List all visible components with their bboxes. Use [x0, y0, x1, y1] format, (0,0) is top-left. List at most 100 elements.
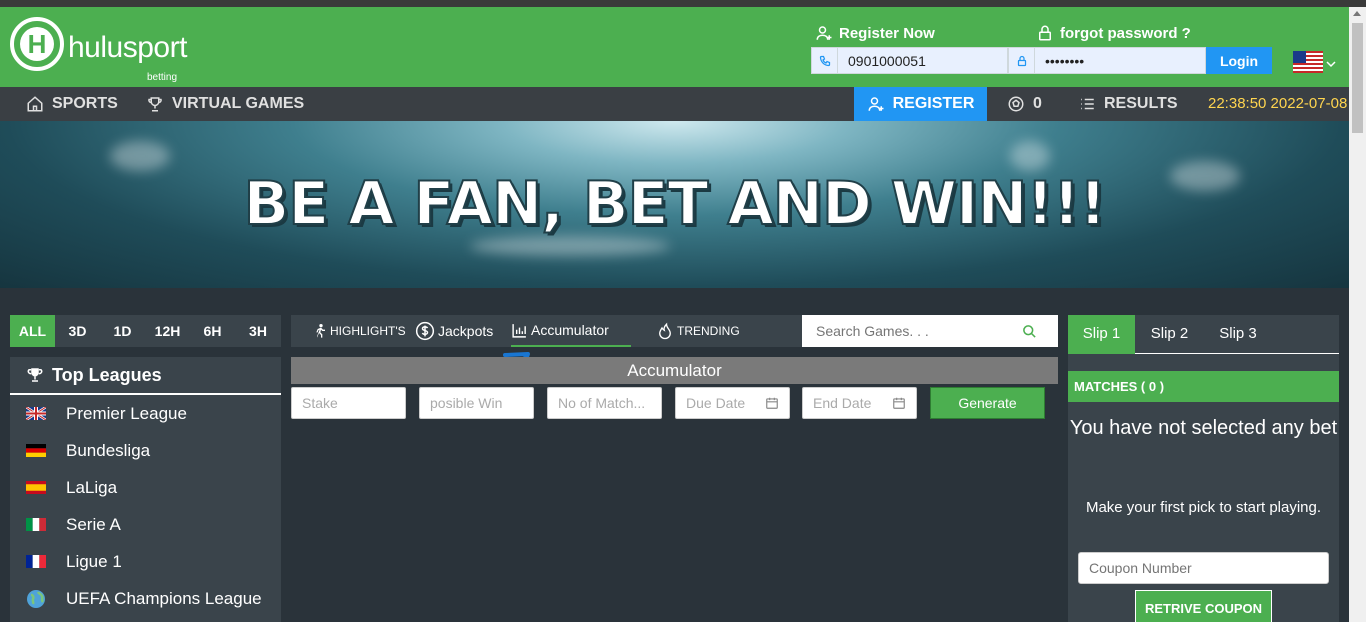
retrive-coupon-button[interactable]: RETRIVE COUPON	[1135, 590, 1272, 622]
nav-ball-count[interactable]: 0	[1007, 87, 1042, 121]
nav-virtual-games-label: VIRTUAL GAMES	[172, 95, 305, 112]
search-icon[interactable]	[1022, 324, 1037, 339]
password-lock-icon	[1009, 48, 1035, 73]
league-item-ligue-1[interactable]: Ligue 1	[10, 543, 281, 580]
end-date-placeholder: End Date	[813, 395, 872, 411]
login-button[interactable]: Login	[1206, 47, 1272, 74]
no-of-match-input[interactable]: No of Match...	[547, 387, 662, 419]
stadium-light	[110, 141, 170, 171]
calendar-icon	[893, 397, 905, 409]
tab-slip-3[interactable]: Slip 3	[1204, 315, 1272, 354]
league-item-serie-a[interactable]: Serie A	[10, 506, 281, 543]
phone-input[interactable]	[838, 48, 1006, 73]
end-date-input[interactable]: End Date	[802, 387, 917, 419]
trophy-icon	[27, 368, 43, 382]
time-filter-3d[interactable]: 3D	[55, 315, 100, 347]
nav-results[interactable]: RESULTS	[1078, 87, 1177, 121]
user-add-icon	[816, 26, 832, 40]
league-label: Bundesliga	[66, 440, 151, 460]
password-input[interactable]	[1035, 48, 1205, 73]
trophy-icon	[148, 97, 162, 112]
ball-count-value: 0	[1033, 95, 1042, 112]
home-icon	[27, 96, 43, 112]
globe-icon	[27, 589, 45, 608]
bet-slip-panel: MATCHES ( 0 ) You have not selected any …	[1068, 354, 1339, 622]
flame-icon	[659, 322, 671, 340]
stake-input[interactable]: Stake	[291, 387, 406, 419]
nav-register-label: REGISTER	[892, 95, 975, 112]
tab-highlights[interactable]: HIGHLIGHT'S	[311, 315, 406, 347]
due-date-input[interactable]: Due Date	[675, 387, 790, 419]
password-field	[1008, 47, 1206, 74]
bar-chart-icon	[512, 323, 526, 338]
nav-sports-label: SPORTS	[52, 95, 118, 112]
time-filter-1d[interactable]: 1D	[100, 315, 145, 347]
time-filter-all[interactable]: ALL	[10, 315, 55, 347]
france-flag-icon	[26, 555, 46, 568]
logo-subtitle: betting	[147, 72, 178, 83]
bet-slip-tabs: Slip 1 Slip 2 Slip 3	[1068, 315, 1339, 354]
top-leagues-title: Top Leagues	[52, 364, 162, 385]
window-top-edge	[0, 0, 1366, 7]
nav-clock: 22:38:50 2022-07-08	[1208, 95, 1348, 112]
due-date-placeholder: Due Date	[686, 395, 746, 411]
search-games-box	[802, 315, 1058, 347]
site-header: H hulusport betting Register Now forgot …	[0, 7, 1349, 87]
scroll-up-arrow-icon[interactable]	[1353, 11, 1361, 16]
phone-icon	[812, 48, 838, 73]
matches-count-bar: MATCHES ( 0 )	[1068, 371, 1339, 402]
nav-virtual-games[interactable]: VIRTUAL GAMES	[146, 87, 304, 121]
top-leagues-header: Top Leagues	[10, 357, 281, 395]
logo-wordmark: hulusport	[68, 31, 187, 64]
register-now-link[interactable]: Register Now	[815, 24, 935, 42]
tab-accumulator[interactable]: Accumulator	[511, 315, 631, 347]
league-label: UEFA Champions League	[66, 588, 262, 608]
stadium-light	[1010, 141, 1050, 171]
possible-win-input[interactable]: posible Win	[419, 387, 534, 419]
league-item-premier-league[interactable]: Premier League	[10, 395, 281, 432]
empty-slip-hint: Make your first pick to start playing.	[1085, 499, 1322, 516]
site-logo[interactable]: H hulusport betting	[10, 17, 210, 83]
forgot-password-link[interactable]: forgot password ?	[1036, 24, 1191, 42]
coupon-number-input[interactable]	[1078, 552, 1329, 584]
logo-letter: H	[20, 27, 54, 61]
nav-results-label: RESULTS	[1104, 95, 1178, 112]
empty-slip-message: You have not selected any bet	[1069, 417, 1338, 439]
league-item-bundesliga[interactable]: Bundesliga	[10, 432, 281, 469]
main-nav: SPORTS VIRTUAL GAMES REGISTER 0 RESULTS …	[0, 87, 1349, 121]
italy-flag-icon	[26, 518, 46, 531]
league-item-laliga[interactable]: LaLiga	[10, 469, 281, 506]
page-scrollbar[interactable]	[1349, 7, 1366, 622]
register-now-label: Register Now	[839, 24, 935, 42]
lock-icon	[1039, 25, 1051, 41]
generate-button[interactable]: Generate	[930, 387, 1045, 419]
dollar-coin-icon	[415, 321, 435, 341]
calendar-icon	[766, 397, 778, 409]
stake-placeholder: Stake	[302, 395, 338, 411]
us-flag-icon[interactable]	[1293, 51, 1323, 73]
tab-accumulator-label: Accumulator	[531, 322, 609, 338]
tab-slip-2[interactable]: Slip 2	[1135, 315, 1204, 354]
search-games-input[interactable]	[802, 316, 1022, 346]
tab-jackpots[interactable]: Jackpots	[415, 315, 493, 347]
england-flag-icon	[26, 407, 46, 420]
nav-register-button[interactable]: REGISTER	[854, 87, 987, 121]
tab-trending[interactable]: TRENDING	[656, 315, 740, 347]
forgot-password-label: forgot password ?	[1060, 24, 1191, 42]
logo-circle-icon: H	[10, 17, 64, 71]
time-filter-12h[interactable]: 12H	[145, 315, 190, 347]
time-filter-tabs: ALL 3D 1D 12H 6H 3H	[10, 315, 281, 347]
league-label: LaLiga	[66, 477, 118, 497]
nav-sports[interactable]: SPORTS	[26, 87, 118, 121]
tab-highlights-label: HIGHLIGHT'S	[330, 324, 406, 338]
spain-flag-icon	[26, 481, 46, 494]
time-filter-3h[interactable]: 3H	[235, 315, 281, 347]
runner-icon	[316, 324, 325, 338]
time-filter-6h[interactable]: 6H	[190, 315, 235, 347]
scrollbar-thumb[interactable]	[1352, 23, 1363, 133]
chevron-down-icon[interactable]	[1326, 59, 1336, 69]
accumulator-title: Accumulator	[291, 357, 1058, 384]
league-item-uefa-champions-league[interactable]: UEFA Champions League	[10, 580, 281, 617]
stadium-light	[470, 236, 670, 256]
tab-slip-1[interactable]: Slip 1	[1068, 315, 1135, 354]
